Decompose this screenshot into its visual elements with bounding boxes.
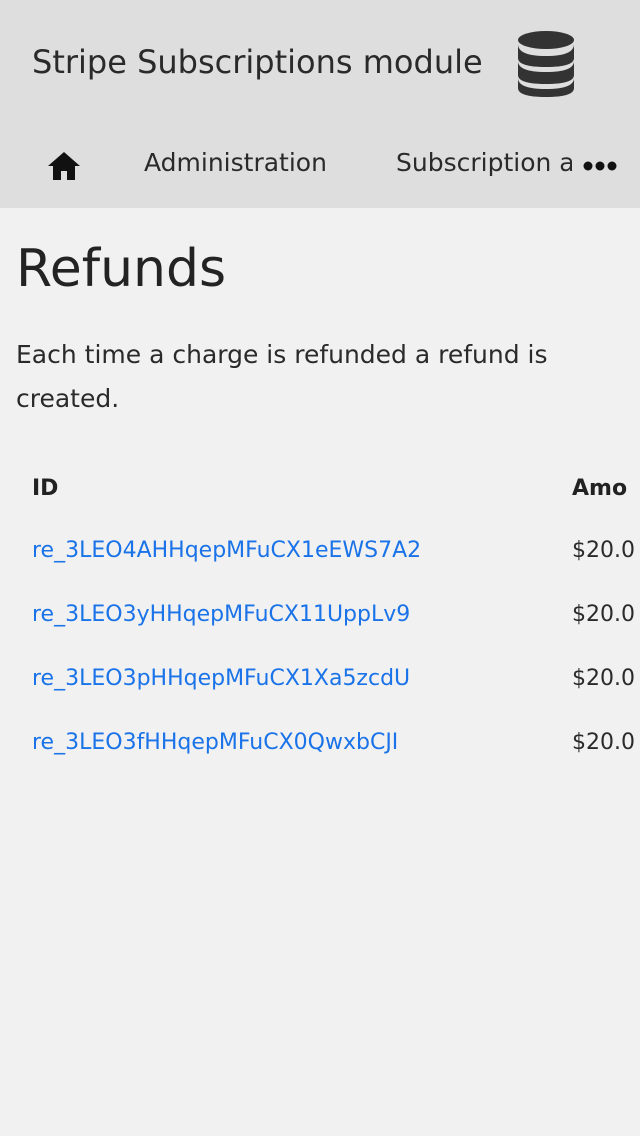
refund-id-link[interactable]: re_3LEO3fHHqepMFuCX0QwxbCJI: [32, 728, 398, 758]
main-navigation: Administration Subscription a: [0, 130, 640, 200]
refund-amount: $20.0: [572, 666, 635, 691]
refund-id-link[interactable]: re_3LEO3yHHqepMFuCX11UppLv9: [32, 600, 410, 630]
table-row: re_3LEO4AHHqepMFuCX1eEWS7A2 $20.0: [0, 520, 640, 584]
refund-amount: $20.0: [572, 602, 635, 627]
table-row: re_3LEO3yHHqepMFuCX11UppLv9 $20.0: [0, 584, 640, 648]
table-row: re_3LEO3fHHqepMFuCX0QwxbCJI $20.0: [0, 712, 640, 776]
page-title: Refunds: [16, 239, 227, 299]
app-title[interactable]: Stripe Subscriptions module: [32, 42, 483, 82]
home-icon[interactable]: [46, 150, 82, 182]
refund-amount: $20.0: [572, 730, 635, 755]
more-horizontal-icon[interactable]: [580, 156, 620, 176]
nav-item-administration[interactable]: Administration: [144, 146, 327, 180]
refund-id-link[interactable]: re_3LEO3pHHqepMFuCX1Xa5zcdU: [32, 664, 410, 694]
column-header-id: ID: [32, 476, 59, 501]
table-row: re_3LEO3pHHqepMFuCX1Xa5zcdU $20.0: [0, 648, 640, 712]
nav-item-subscription[interactable]: Subscription a: [396, 146, 572, 180]
column-header-amount: Amo: [572, 476, 628, 501]
app-header: Stripe Subscriptions module Administrati…: [0, 0, 640, 208]
database-icon[interactable]: [516, 30, 576, 98]
refund-amount: $20.0: [572, 538, 635, 563]
refund-id-link[interactable]: re_3LEO4AHHqepMFuCX1eEWS7A2: [32, 536, 421, 566]
refunds-table: ID Amo re_3LEO4AHHqepMFuCX1eEWS7A2 $20.0…: [0, 456, 640, 776]
page-description: Each time a charge is refunded a refund …: [16, 340, 548, 413]
